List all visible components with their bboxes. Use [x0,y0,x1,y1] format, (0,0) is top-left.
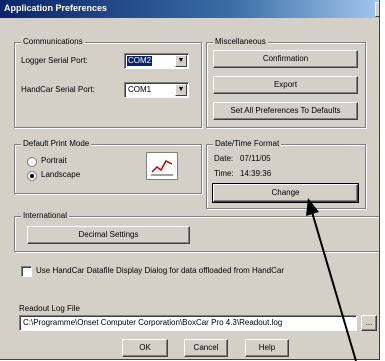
logger-port-value: COM2 [127,56,153,66]
title-bar: Application Preferences x [0,0,379,18]
portrait-label[interactable]: Portrait [41,156,67,165]
handcar-port-value: COM1 [128,85,152,94]
readout-log-path-field[interactable]: C:\Programme\Onset Computer Corporation\… [19,315,357,331]
decimal-settings-button[interactable]: Decimal Settings [27,226,190,244]
readout-log-path-value: C:\Programme\Onset Computer Corporation\… [23,318,283,327]
communications-legend: Communications [21,37,85,47]
handcar-port-select[interactable]: COM1 ▼ [124,82,189,98]
confirmation-button[interactable]: Confirmation [213,50,358,68]
dropdown-arrow-icon[interactable]: ▼ [175,84,187,96]
time-label: Time: [214,169,234,178]
help-button[interactable]: Help [245,339,289,357]
handcar-port-label: HandCar Serial Port: [21,85,95,94]
landscape-label[interactable]: Landscape [41,170,80,179]
logger-port-label: Logger Serial Port: [21,56,88,65]
change-button[interactable]: Change [212,183,359,203]
time-value: 14:39:36 [240,169,272,178]
international-legend: International [21,211,70,221]
date-label: Date: [214,154,234,163]
logger-port-select[interactable]: COM2 ▼ [124,53,189,69]
close-icon[interactable]: x [375,2,379,17]
miscellaneous-legend: Miscellaneous [213,37,268,47]
preferences-dialog: Application Preferences x Communications… [0,0,380,360]
window-title: Application Preferences [4,3,108,13]
landscape-radio[interactable] [27,171,37,181]
date-value: 07/11/05 [240,154,271,163]
print-mode-legend: Default Print Mode [21,139,92,149]
datafile-display-checkbox[interactable] [21,266,32,277]
datafile-display-label[interactable]: Use HandCar Datafile Display Dialog for … [36,266,284,275]
browse-button[interactable]: ... [361,315,377,331]
dropdown-arrow-icon[interactable]: ▼ [175,55,187,67]
readout-log-label: Readout Log File [19,304,80,313]
chart-icon [146,152,178,180]
ok-button[interactable]: OK [122,339,168,357]
cancel-button[interactable]: Cancel [184,339,228,357]
export-button[interactable]: Export [213,76,358,94]
datetime-legend: Date/Time Format [213,139,282,149]
set-defaults-button[interactable]: Set All Preferences To Defaults [213,102,358,120]
portrait-radio[interactable] [27,157,37,167]
